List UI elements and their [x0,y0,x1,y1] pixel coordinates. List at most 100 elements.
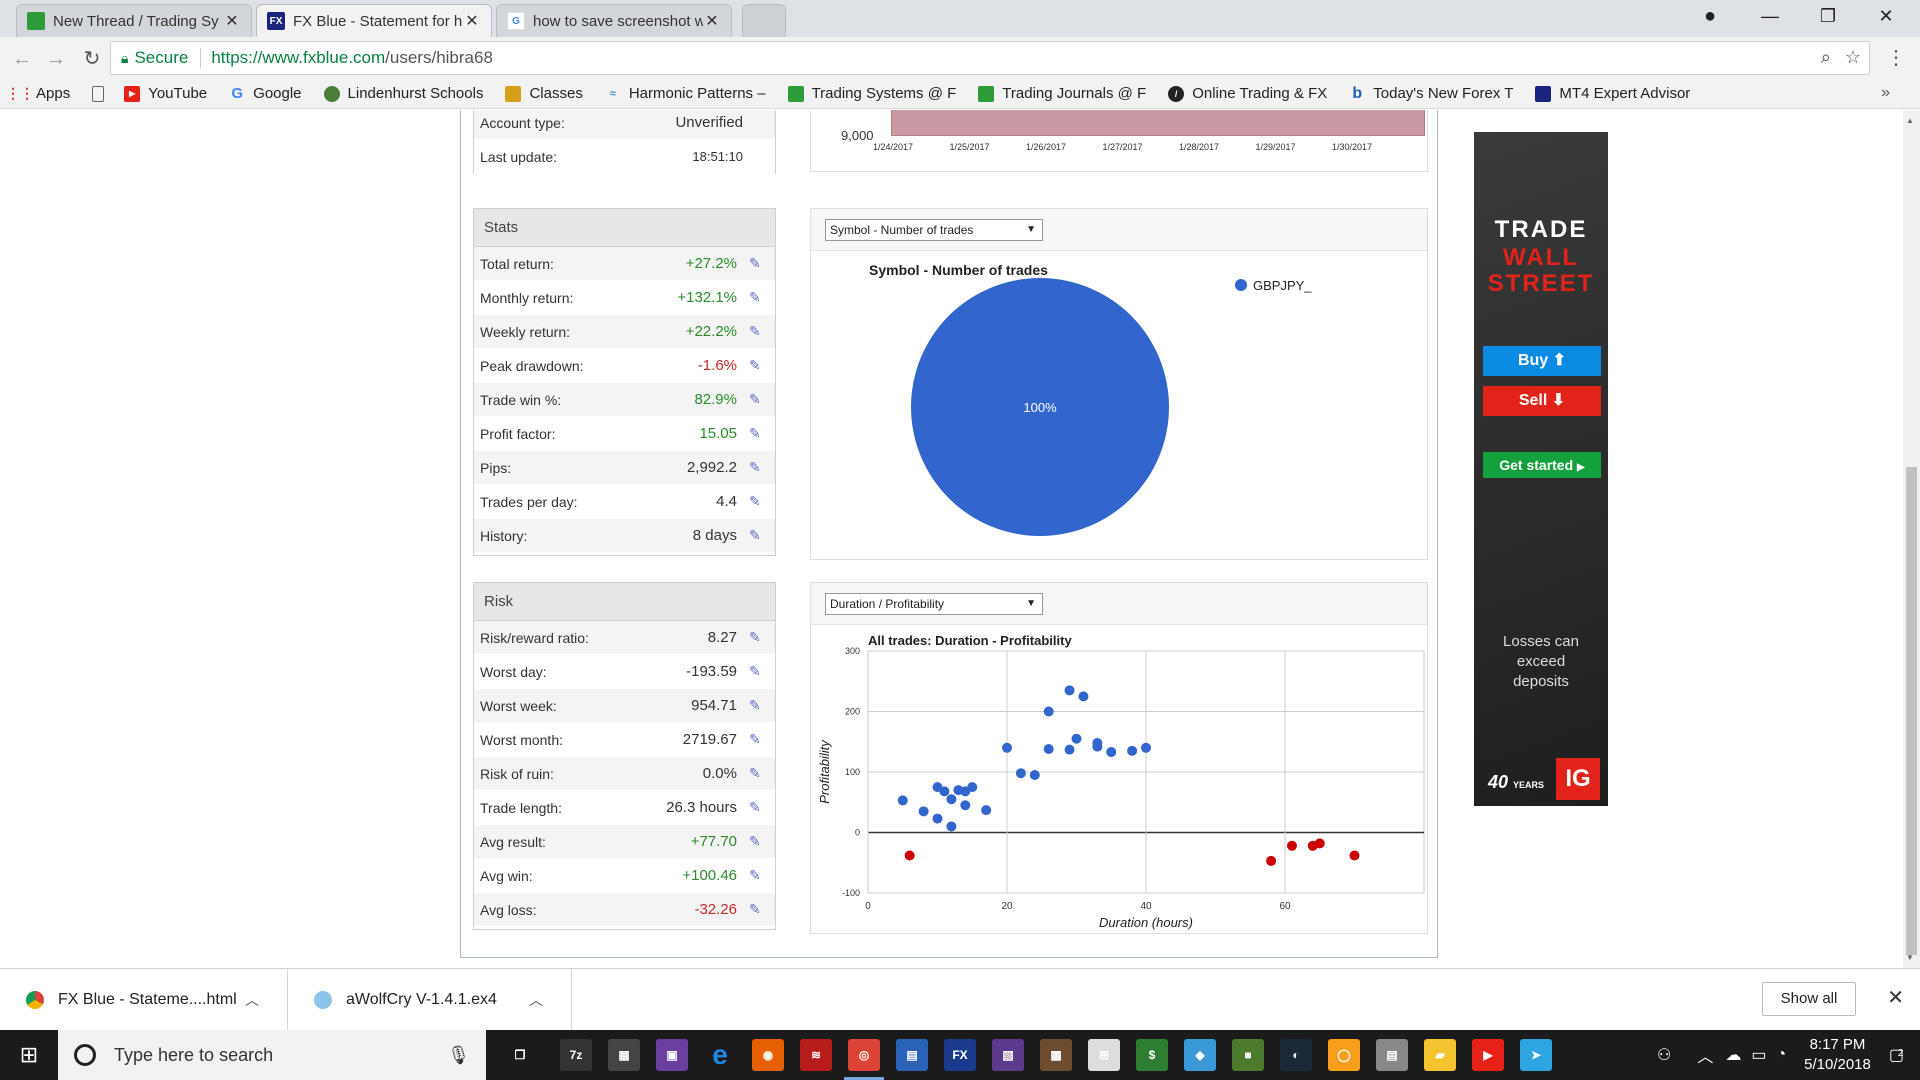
scatter-point[interactable] [897,795,908,806]
7zip-icon[interactable]: 7z [560,1039,592,1071]
chart-link-icon[interactable]: ✎ [749,527,765,544]
bookmark-trading-journals[interactable]: Trading Journals @ F [978,85,1146,102]
page-scrollbar[interactable]: ▲ ▼ [1903,110,1920,968]
bookmark-page[interactable] [92,85,112,102]
scatter-point[interactable] [967,782,978,793]
scatter-point[interactable] [1349,850,1360,861]
close-window-button[interactable]: ✕ [1858,0,1914,32]
scatter-point[interactable] [946,821,957,832]
chart-link-icon[interactable]: ✎ [749,357,765,374]
taskbar-clock[interactable]: 8:17 PM 5/10/2018 [1804,1035,1871,1075]
bookmark-trading-systems[interactable]: Trading Systems @ F [787,85,956,102]
download-item[interactable]: FX Blue - Stateme....html ︿ [0,969,288,1031]
calculator-icon[interactable]: ▦ [608,1039,640,1071]
telegram-icon[interactable]: ➤ [1520,1039,1552,1071]
chart-link-icon[interactable]: ✎ [749,493,765,510]
scatter-point[interactable] [1141,742,1151,753]
scatter-point[interactable] [1071,733,1082,744]
more-bookmarks-icon[interactable]: » [1881,84,1890,102]
paint-icon[interactable]: ◆ [1184,1039,1216,1071]
scatter-point[interactable] [918,806,929,817]
download-item[interactable]: aWolfCry V-1.4.1.ex4 ︿ [288,969,572,1031]
scatter-point[interactable] [904,850,915,861]
bookmark-classes[interactable]: Classes [505,85,583,102]
battery-icon[interactable]: ▭ [1751,1045,1766,1065]
scatter-point[interactable] [960,800,971,811]
firefox-icon[interactable]: ◉ [752,1039,784,1071]
media-player-icon[interactable]: ▣ [656,1039,688,1071]
scrollbar-thumb[interactable] [1906,467,1917,955]
chart-link-icon[interactable]: ✎ [749,765,765,782]
scatter-point[interactable] [1092,741,1103,752]
show-all-downloads-button[interactable]: Show all [1762,982,1856,1016]
scatter-point[interactable] [1029,770,1040,781]
chart-link-icon[interactable]: ✎ [749,323,765,340]
scatter-point[interactable] [1266,855,1277,866]
chart-link-icon[interactable]: ✎ [749,629,765,646]
edge-icon[interactable]: e [704,1039,736,1071]
notifications-icon[interactable]: ▢ 2 [1889,1045,1904,1065]
ad-sell-button[interactable]: Sell ⬇ [1483,386,1601,416]
restore-button[interactable]: ❐ [1800,0,1856,32]
people-icon[interactable]: ⚇ [1657,1045,1671,1065]
ad-get-started-button[interactable]: Get started ▶ [1483,452,1601,478]
scatter-point[interactable] [932,813,943,824]
news-icon[interactable]: ▤ [1376,1039,1408,1071]
taskbar-search-box[interactable]: Type here to search 🎙︎ [58,1030,486,1080]
bookmark-youtube[interactable]: ▶ YouTube [124,85,207,102]
chart-link-icon[interactable]: ✎ [749,255,765,272]
onedrive-icon[interactable]: ☁ [1725,1045,1741,1065]
app-icon[interactable]: ≋ [800,1039,832,1071]
chevron-up-icon[interactable]: ︿ [245,990,259,1010]
minecraft-block-icon[interactable]: ■ [1232,1039,1264,1071]
scatter-point[interactable] [939,786,950,797]
fxchoice-icon[interactable]: FX [944,1039,976,1071]
bookmark-harmonic[interactable]: ≈ Harmonic Patterns – [605,85,766,102]
close-tab-icon[interactable]: ✕ [463,11,481,31]
chart-type-select[interactable]: Symbol - Number of trades ▼ [825,219,1043,241]
windows-start-icon[interactable]: ⊞ [0,1030,58,1080]
chart-type-select[interactable]: Duration / Profitability ▼ [825,593,1043,615]
screenshot-icon[interactable]: ▧ [992,1039,1024,1071]
minecraft-icon[interactable]: ▩ [1040,1039,1072,1071]
money-icon[interactable]: $ [1136,1039,1168,1071]
bookmark-online-trading[interactable]: / Online Trading & FX [1168,85,1327,102]
bookmark-lindenhurst[interactable]: Lindenhurst Schools [323,85,483,102]
reload-icon[interactable]: ↻ [78,45,106,73]
steam-icon[interactable]: ◐ [1280,1039,1312,1071]
explorer-icon[interactable]: ▰ [1424,1039,1456,1071]
tab-fxblue[interactable]: FX FX Blue - Statement for h ✕ [256,4,492,37]
chart-link-icon[interactable]: ✎ [749,425,765,442]
scatter-point[interactable] [1043,706,1054,717]
bookmark-todays-forex[interactable]: b Today's New Forex T [1349,85,1513,103]
tab-google-search[interactable]: G how to save screenshot w ✕ [496,4,732,37]
scroll-up-icon[interactable]: ▲ [1906,116,1914,125]
zoom-icon[interactable]: ⌕ [1821,47,1831,68]
store-icon[interactable]: ⊞ [1088,1039,1120,1071]
ig-advert[interactable]: TRADE WALL STREET Buy ⬆ Sell ⬇ Get start… [1474,132,1608,806]
bookmark-mt4[interactable]: MT4 Expert Advisor [1535,85,1690,102]
new-tab-button[interactable] [742,4,786,37]
scatter-point[interactable] [946,794,957,805]
wifi-icon[interactable]: ◔ [1776,1046,1786,1064]
scatter-point[interactable] [1064,744,1075,755]
browser-menu-icon[interactable]: ⋮ [1886,45,1906,70]
chart-link-icon[interactable]: ✎ [749,799,765,816]
chart-link-icon[interactable]: ✎ [749,833,765,850]
back-icon[interactable]: ← [8,45,36,73]
chart-link-icon[interactable]: ✎ [749,391,765,408]
chart-link-icon[interactable]: ✎ [749,697,765,714]
close-downloads-icon[interactable]: ✕ [1887,985,1904,1010]
minimize-button[interactable]: — [1742,0,1798,32]
profile-icon[interactable]: ● [1682,0,1738,32]
close-tab-icon[interactable]: ✕ [703,11,721,31]
task-view-icon[interactable]: ❐ [504,1039,536,1071]
scatter-point[interactable] [1002,742,1012,753]
scatter-point[interactable] [1286,840,1297,851]
tray-expand-icon[interactable]: ︿ [1697,1043,1713,1067]
overwatch-icon[interactable]: ◯ [1328,1039,1360,1071]
youtube-app-icon[interactable]: ▶ [1472,1039,1504,1071]
close-tab-icon[interactable]: ✕ [223,11,241,31]
chrome-icon[interactable]: ◎ [848,1039,880,1071]
scatter-point[interactable] [1043,744,1054,755]
